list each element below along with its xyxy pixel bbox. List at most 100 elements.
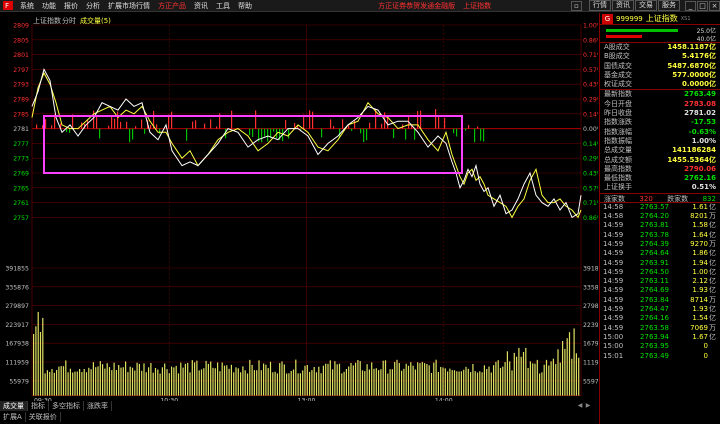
tick-unit: 万 (709, 323, 716, 332)
menu-help[interactable]: 帮助 (234, 0, 256, 12)
volume-bar (164, 363, 166, 396)
volume-bar (35, 326, 37, 396)
volume-bar (205, 360, 207, 396)
tab-long-short[interactable]: 多空指标 (49, 401, 84, 411)
volume-bar (451, 370, 453, 396)
volume-bar (237, 368, 239, 396)
stat-row: 基金成交 577.0000亿 (600, 71, 720, 80)
volume-bar (329, 360, 331, 396)
tick-volume: 0 (703, 351, 708, 360)
breadth-bar (288, 128, 290, 139)
volume-bar (426, 364, 428, 396)
tab-volume[interactable]: 成交量 (0, 401, 28, 411)
breadth-bar (330, 119, 332, 129)
menu-analysis[interactable]: 分析 (82, 0, 104, 12)
volume-bar (497, 360, 499, 396)
volume-bar (417, 362, 419, 396)
breadth-bar (333, 126, 335, 129)
notice-banner[interactable]: 方正证券恭贺发通金融版 (374, 1, 459, 11)
stat-row-label: A股成交 (604, 43, 630, 51)
volume-bar (504, 362, 506, 396)
volume-bar (97, 366, 99, 396)
tick-volume: 1.67 (692, 332, 708, 341)
quote-row-label: 总成交额 (604, 155, 632, 164)
volume-bar (412, 365, 414, 396)
volume-bar (37, 311, 39, 396)
volume-bar (355, 362, 357, 396)
menu-system[interactable]: 系统 (16, 0, 38, 12)
tick-row: 14:59 2763.58 7069 万 (600, 324, 720, 333)
menu-founder-products[interactable]: 方正产品 (154, 0, 190, 12)
btn-market[interactable]: 行情 (589, 0, 611, 11)
quote-row-label: 上证换手 (604, 183, 632, 192)
quote-row-label: 指数涨跌 (604, 118, 632, 127)
chart-indicator[interactable]: 成交量(5) (80, 16, 111, 25)
breadth-bar (351, 128, 353, 131)
volume-bar (267, 368, 269, 396)
tick-price: 2764.47 (640, 305, 669, 314)
breadth-bar (420, 110, 422, 129)
volume-bar (559, 362, 561, 396)
volume-bar (240, 372, 242, 396)
tick-price: 2763.49 (640, 351, 669, 360)
volume-bar (527, 368, 529, 396)
minimize-icon[interactable]: _ (685, 0, 696, 11)
menu-quote[interactable]: 报价 (60, 0, 82, 12)
volume-axis-label: 279897 (5, 303, 29, 310)
volume-bar (143, 363, 145, 396)
volume-bar (200, 369, 203, 396)
volume-bar (552, 358, 554, 396)
breadth-bar (45, 119, 47, 129)
volume-bar (357, 360, 359, 396)
volume-bar (403, 368, 405, 396)
restore-icon[interactable]: ▫ (571, 0, 582, 11)
scroll-right-icon[interactable]: ▶ (584, 402, 592, 410)
close-icon[interactable]: × (709, 0, 720, 11)
maximize-icon[interactable]: □ (697, 0, 708, 11)
tab-rise-fall[interactable]: 涨跌率 (84, 401, 112, 411)
menu-tools[interactable]: 工具 (212, 0, 234, 12)
btn-service[interactable]: 服务 (658, 0, 680, 11)
tick-unit: 亿 (709, 202, 716, 211)
volume-bar (210, 361, 212, 396)
chart-mode[interactable]: 分时 (62, 16, 76, 25)
volume-bar (525, 347, 527, 396)
breadth-bar (483, 128, 485, 142)
menu-news[interactable]: 资讯 (190, 0, 212, 12)
tab-related-quote[interactable]: 关联报价 (26, 412, 61, 422)
breadth-bar (249, 128, 251, 136)
btn-trade[interactable]: 交易 (635, 0, 657, 11)
tick-list[interactable]: 14:58 2763.57 1.61 亿 14:58 2764.20 8201 万 14:59 2… (600, 203, 720, 361)
btn-news[interactable]: 资讯 (612, 0, 634, 11)
menu-bar: F 系统 功能 报价 分析 扩展市场行情 方正产品 资讯 工具 帮助 方正证券恭… (0, 0, 720, 12)
volume-bar (352, 365, 354, 396)
volume-bar (198, 370, 200, 396)
updown-row: 涨家数 320 跌家数 832 (600, 192, 720, 203)
tick-price: 2763.95 (640, 342, 669, 351)
volume-bar (578, 357, 580, 396)
breadth-bar (216, 126, 218, 129)
volume-bar (486, 369, 488, 396)
volume-bar (407, 365, 410, 396)
tab-extend-a[interactable]: 扩展A (0, 412, 26, 422)
volume-bar (134, 370, 136, 396)
scroll-left-icon[interactable]: ◀ (576, 402, 584, 410)
volume-bar (364, 371, 366, 396)
volume-bar (67, 372, 69, 396)
breadth-bar (120, 121, 122, 129)
notice-index[interactable]: 上证指数 (459, 1, 495, 11)
volume-bar (256, 370, 258, 396)
volume-bar (253, 370, 255, 396)
breadth-bar (135, 126, 137, 129)
tab-indicator[interactable]: 指标 (28, 401, 49, 411)
volume-bar (148, 367, 150, 396)
menu-extended-market[interactable]: 扩展市场行情 (104, 0, 154, 12)
intraday-chart[interactable]: 2809 1.00% 2805 0.86% 2801 0.71% 2797 0.57% 2793… (0, 13, 598, 414)
menu-function[interactable]: 功能 (38, 0, 60, 12)
volume-bar (318, 366, 320, 396)
breadth-bar (438, 116, 440, 129)
chart-canvas[interactable]: 2809 1.00% 2805 0.86% 2801 0.71% 2797 0.57% 2793… (0, 13, 598, 401)
volume-bar (125, 361, 127, 396)
volume-bar (251, 364, 253, 396)
volume-bar (81, 372, 83, 396)
